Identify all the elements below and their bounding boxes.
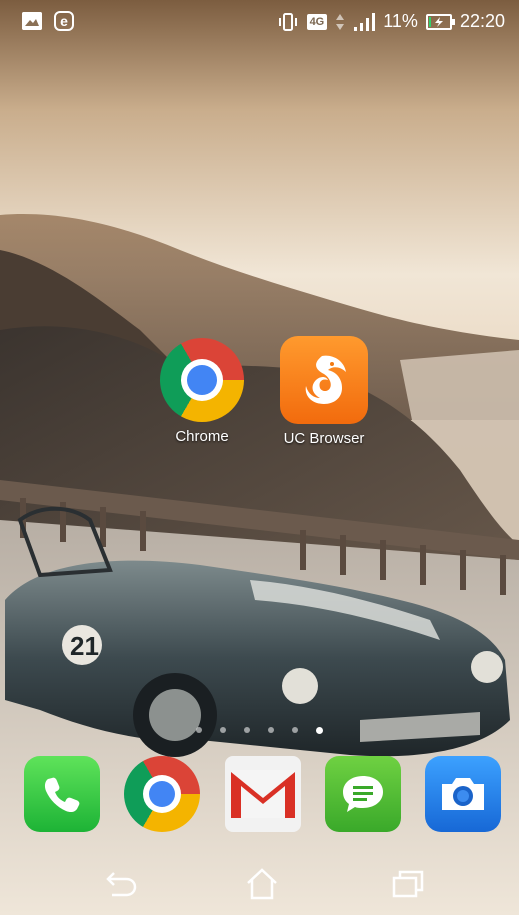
app-label: Chrome	[175, 428, 229, 445]
e-icon: e	[54, 11, 74, 31]
page-dot[interactable]	[196, 727, 202, 733]
home-icon	[247, 868, 277, 900]
gmail-icon	[225, 756, 301, 832]
status-left: e	[22, 11, 74, 31]
chrome-icon	[124, 756, 200, 832]
navigation-bar	[0, 850, 519, 915]
status-right: 4G 11% 22:20	[277, 11, 505, 32]
messages-icon	[325, 756, 401, 832]
network-type-badge: 4G	[306, 13, 328, 30]
dock-camera[interactable]	[425, 756, 503, 834]
svg-text:21: 21	[70, 631, 99, 661]
home-button[interactable]	[242, 864, 282, 904]
chrome-icon	[160, 338, 244, 422]
app-chrome[interactable]: Chrome	[152, 338, 252, 445]
vibrate-icon	[277, 12, 299, 32]
page-dot-active[interactable]	[316, 727, 323, 734]
dock-gmail[interactable]	[225, 756, 303, 834]
uc-browser-icon	[280, 336, 368, 424]
phone-icon	[24, 756, 100, 832]
recents-button[interactable]	[388, 864, 428, 904]
clock: 22:20	[459, 11, 505, 31]
page-indicator[interactable]	[0, 727, 519, 734]
recents-icon	[392, 870, 424, 898]
camera-icon	[425, 756, 501, 832]
app-uc-browser[interactable]: UC Browser	[274, 336, 374, 447]
page-dot[interactable]	[268, 727, 274, 733]
back-button[interactable]	[100, 864, 140, 904]
status-bar: e 4G 11% 22:20	[0, 0, 519, 42]
page-dot[interactable]	[244, 727, 250, 733]
back-icon	[106, 872, 137, 897]
app-label: UC Browser	[283, 430, 365, 447]
battery-percent: 11%	[383, 11, 418, 31]
page-dot[interactable]	[220, 727, 226, 733]
data-arrows-icon	[335, 12, 345, 32]
page-dot[interactable]	[292, 727, 298, 733]
dock-chrome[interactable]	[124, 756, 202, 834]
dock	[0, 756, 519, 836]
dock-messages[interactable]	[325, 756, 403, 834]
dock-phone[interactable]	[24, 756, 102, 834]
signal-icon	[353, 12, 376, 32]
battery-icon	[425, 13, 455, 30]
image-icon	[22, 12, 42, 30]
